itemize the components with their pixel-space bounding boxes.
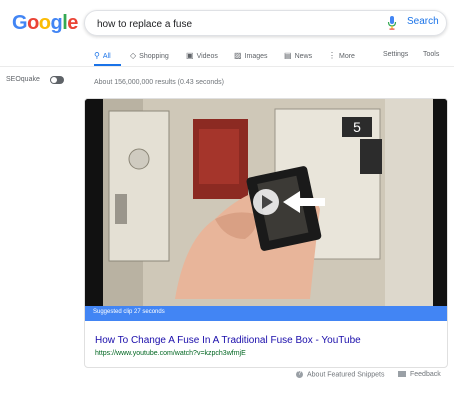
suggested-clip-bar[interactable]: Suggested clip 27 seconds bbox=[85, 306, 447, 321]
tag-icon: ◇ bbox=[130, 51, 137, 60]
suggested-clip-label: Suggested clip 27 seconds bbox=[93, 309, 165, 315]
seoquake-label: SEOquake bbox=[6, 76, 40, 83]
tab-tools[interactable]: Tools bbox=[423, 51, 439, 58]
video-frame-image bbox=[85, 99, 447, 306]
image-icon: ▨ bbox=[234, 51, 242, 60]
seoquake-toggle[interactable] bbox=[50, 76, 64, 84]
header-divider bbox=[0, 66, 454, 67]
tab-news[interactable]: ▤ News bbox=[284, 51, 312, 60]
news-icon: ▤ bbox=[284, 51, 292, 60]
tab-label: Videos bbox=[196, 53, 218, 60]
about-featured-snippets-link[interactable]: ? About Featured Snippets bbox=[296, 371, 384, 378]
video-thumbnail[interactable]: 5 bbox=[85, 99, 447, 306]
result-stats: About 156,000,000 results (0.43 seconds) bbox=[94, 79, 224, 86]
video-step-number: 5 bbox=[342, 117, 372, 137]
tab-more[interactable]: ⋮ More bbox=[328, 51, 355, 60]
tab-label: All bbox=[102, 53, 111, 60]
search-icon: ⚲ bbox=[94, 51, 100, 60]
tab-label: More bbox=[339, 53, 355, 60]
logo-letter: g bbox=[50, 12, 63, 34]
tab-shopping[interactable]: ◇ Shopping bbox=[130, 51, 169, 60]
search-button[interactable]: Search bbox=[407, 16, 439, 27]
tab-images[interactable]: ▨ Images bbox=[234, 51, 268, 60]
search-box: Search bbox=[84, 10, 447, 36]
result-title-link[interactable]: How To Change A Fuse In A Traditional Fu… bbox=[95, 335, 361, 346]
about-featured-snippets-label: About Featured Snippets bbox=[307, 371, 385, 379]
featured-snippet-card: 5 Suggested clip 27 seconds How To Chang… bbox=[84, 98, 448, 368]
feedback-icon bbox=[398, 371, 406, 378]
tab-label: Shopping bbox=[139, 53, 169, 60]
tab-settings[interactable]: Settings bbox=[383, 51, 408, 58]
logo-letter: e bbox=[67, 12, 78, 34]
tab-videos[interactable]: ▣ Videos bbox=[186, 51, 218, 60]
tab-label: Settings bbox=[383, 51, 409, 58]
tab-label: Tools bbox=[423, 51, 440, 58]
microphone-icon[interactable] bbox=[387, 16, 397, 30]
result-url[interactable]: https://www.youtube.com/watch?v=kzpch3wf… bbox=[95, 350, 246, 357]
logo-letter: o bbox=[27, 12, 39, 34]
logo-letter: G bbox=[12, 12, 28, 34]
tab-all[interactable]: ⚲ All bbox=[94, 51, 111, 60]
search-input[interactable] bbox=[95, 15, 379, 33]
tab-label: News bbox=[294, 53, 313, 60]
help-icon: ? bbox=[296, 371, 303, 378]
feedback-link[interactable]: Feedback bbox=[398, 371, 441, 378]
feedback-label: Feedback bbox=[410, 371, 441, 378]
more-icon: ⋮ bbox=[328, 51, 336, 60]
video-icon: ▣ bbox=[186, 51, 194, 60]
logo-letter: o bbox=[38, 12, 51, 34]
tab-label: Images bbox=[244, 53, 268, 60]
google-logo[interactable]: Google bbox=[12, 12, 78, 35]
